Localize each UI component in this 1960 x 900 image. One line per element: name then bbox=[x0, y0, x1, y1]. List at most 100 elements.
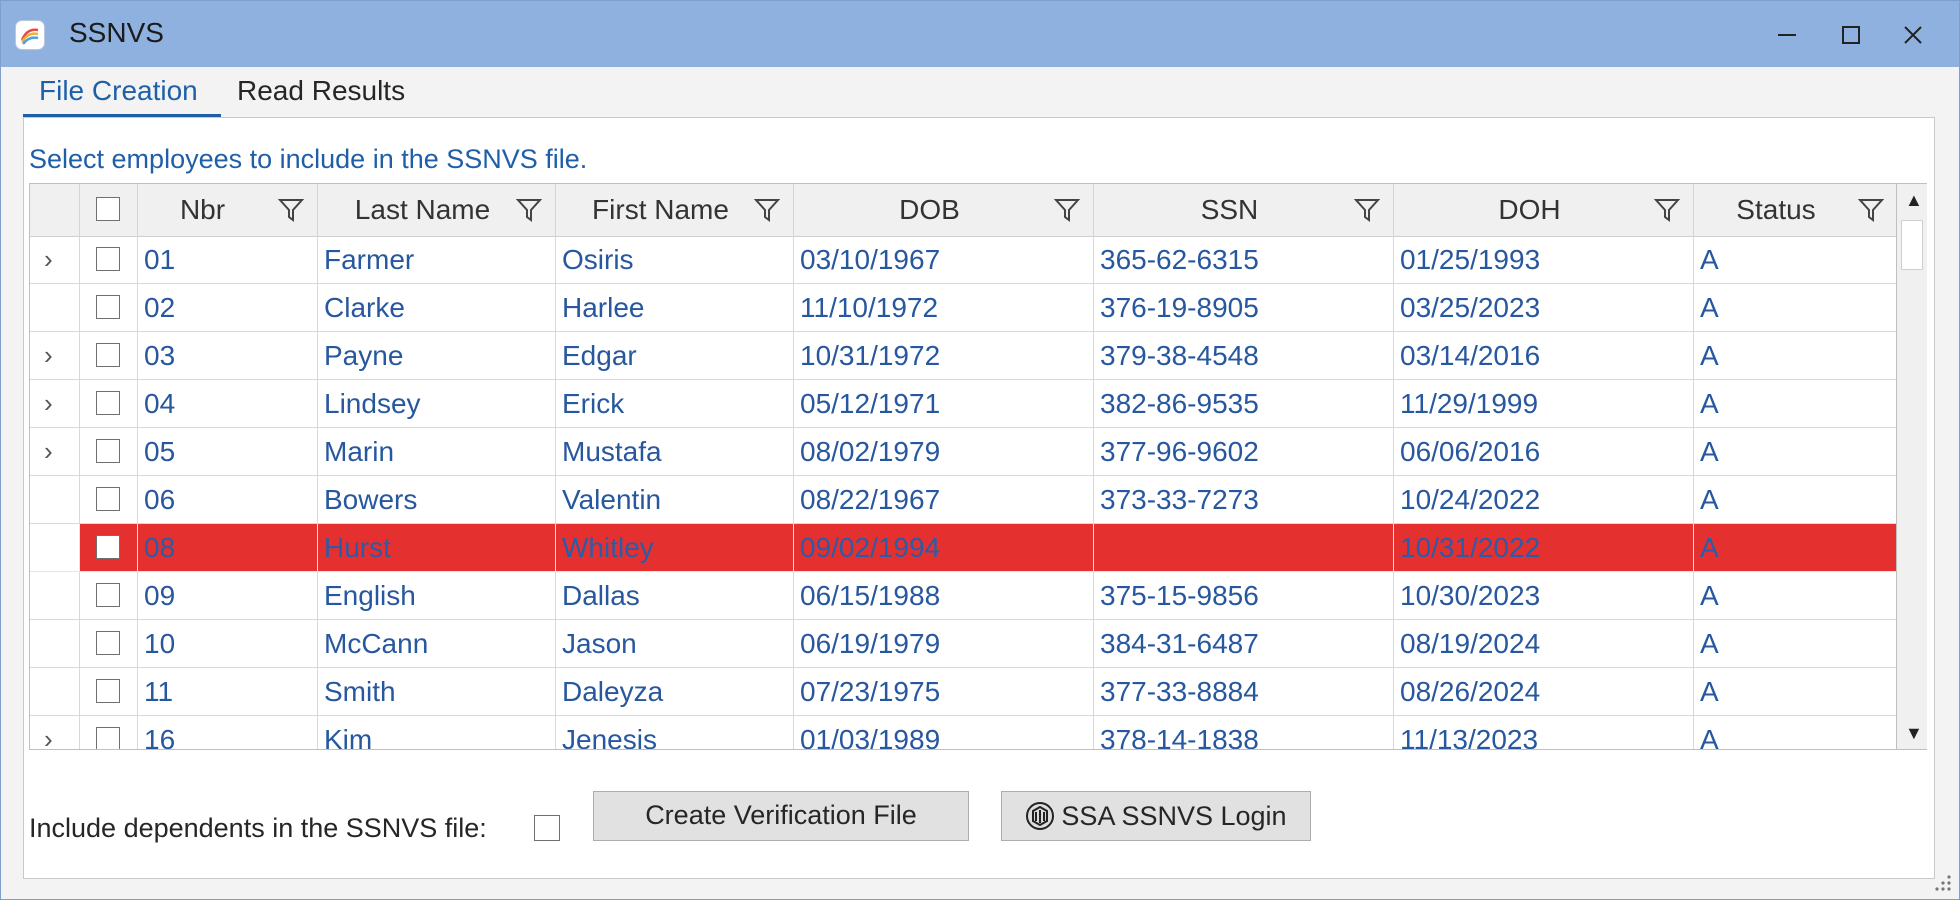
cell-nbr[interactable]: 01 bbox=[138, 236, 318, 284]
cell-first[interactable]: Jenesis bbox=[556, 716, 794, 749]
grid-vertical-scrollbar[interactable]: ▲ ▼ bbox=[1897, 183, 1927, 750]
header-last-name[interactable]: Last Name bbox=[318, 184, 556, 236]
row-checkbox[interactable] bbox=[96, 631, 120, 655]
cell-first[interactable]: Erick bbox=[556, 380, 794, 428]
row-checkbox[interactable] bbox=[96, 679, 120, 703]
chevron-right-icon[interactable]: › bbox=[44, 236, 53, 282]
filter-icon[interactable] bbox=[754, 197, 780, 223]
cell-doh[interactable]: 11/29/1999 bbox=[1394, 380, 1694, 428]
cell-last[interactable]: Payne bbox=[318, 332, 556, 380]
cell-ssn[interactable]: 379-38-4548 bbox=[1094, 332, 1394, 380]
cell-doh[interactable]: 03/25/2023 bbox=[1394, 284, 1694, 332]
create-verification-file-button[interactable]: Create Verification File bbox=[593, 791, 969, 841]
cell-last[interactable]: McCann bbox=[318, 620, 556, 668]
cell-last[interactable]: English bbox=[318, 572, 556, 620]
cell-nbr[interactable]: 16 bbox=[138, 716, 318, 749]
table-row[interactable]: › 16 Kim Jenesis 01/03/1989 378-14-1838 11/13/… bbox=[30, 716, 1896, 749]
cell-last[interactable]: Clarke bbox=[318, 284, 556, 332]
cell-ssn[interactable]: 384-31-6487 bbox=[1094, 620, 1394, 668]
minimize-button[interactable] bbox=[1757, 13, 1817, 57]
cell-doh[interactable]: 10/30/2023 bbox=[1394, 572, 1694, 620]
cell-last[interactable]: Hurst bbox=[318, 524, 556, 572]
chevron-right-icon[interactable]: › bbox=[44, 716, 53, 749]
select-all-checkbox[interactable] bbox=[96, 197, 120, 221]
table-row[interactable]: 10 McCann Jason 06/19/1979 384-31-6487 08/19/… bbox=[30, 620, 1896, 668]
row-checkbox[interactable] bbox=[96, 439, 120, 463]
filter-icon[interactable] bbox=[1858, 197, 1884, 223]
chevron-right-icon[interactable]: › bbox=[44, 332, 53, 378]
tab-file-creation[interactable]: File Creation bbox=[23, 71, 221, 117]
cell-status[interactable]: A bbox=[1694, 236, 1896, 284]
row-checkbox[interactable] bbox=[96, 295, 120, 319]
header-doh[interactable]: DOH bbox=[1394, 184, 1694, 236]
filter-icon[interactable] bbox=[1654, 197, 1680, 223]
cell-nbr[interactable]: 02 bbox=[138, 284, 318, 332]
cell-first[interactable]: Edgar bbox=[556, 332, 794, 380]
table-row[interactable]: 02 Clarke Harlee 11/10/1972 376-19-8905 03/25… bbox=[30, 284, 1896, 332]
resize-grip-icon[interactable] bbox=[1931, 871, 1953, 893]
cell-dob[interactable]: 05/12/1971 bbox=[794, 380, 1094, 428]
cell-status[interactable]: A bbox=[1694, 572, 1896, 620]
table-row[interactable]: › 01 Farmer Osiris 03/10/1967 365-62-6315 01/2… bbox=[30, 236, 1896, 284]
cell-nbr[interactable]: 11 bbox=[138, 668, 318, 716]
header-ssn[interactable]: SSN bbox=[1094, 184, 1394, 236]
cell-last[interactable]: Kim bbox=[318, 716, 556, 749]
cell-last[interactable]: Lindsey bbox=[318, 380, 556, 428]
row-checkbox[interactable] bbox=[96, 487, 120, 511]
cell-status[interactable]: A bbox=[1694, 716, 1896, 749]
cell-first[interactable]: Jason bbox=[556, 620, 794, 668]
filter-icon[interactable] bbox=[278, 197, 304, 223]
cell-dob[interactable]: 08/22/1967 bbox=[794, 476, 1094, 524]
row-checkbox[interactable] bbox=[96, 391, 120, 415]
cell-dob[interactable]: 07/23/1975 bbox=[794, 668, 1094, 716]
scroll-up-icon[interactable]: ▲ bbox=[1905, 190, 1923, 210]
cell-status[interactable]: A bbox=[1694, 476, 1896, 524]
cell-ssn[interactable]: 377-33-8884 bbox=[1094, 668, 1394, 716]
cell-dob[interactable]: 03/10/1967 bbox=[794, 236, 1094, 284]
filter-icon[interactable] bbox=[1354, 197, 1380, 223]
cell-nbr[interactable]: 04 bbox=[138, 380, 318, 428]
maximize-button[interactable] bbox=[1821, 13, 1881, 57]
cell-ssn[interactable]: 382-86-9535 bbox=[1094, 380, 1394, 428]
cell-status[interactable]: A bbox=[1694, 380, 1896, 428]
header-status[interactable]: Status bbox=[1694, 184, 1896, 236]
header-nbr[interactable]: Nbr bbox=[138, 184, 318, 236]
cell-status[interactable]: A bbox=[1694, 284, 1896, 332]
cell-ssn[interactable]: 376-19-8905 bbox=[1094, 284, 1394, 332]
cell-dob[interactable]: 08/02/1979 bbox=[794, 428, 1094, 476]
cell-doh[interactable]: 10/24/2022 bbox=[1394, 476, 1694, 524]
title-bar[interactable]: SSNVS bbox=[1, 1, 1959, 67]
cell-status[interactable]: A bbox=[1694, 620, 1896, 668]
cell-ssn[interactable]: 373-33-7273 bbox=[1094, 476, 1394, 524]
chevron-right-icon[interactable]: › bbox=[44, 380, 53, 426]
cell-ssn[interactable]: 377-96-9602 bbox=[1094, 428, 1394, 476]
cell-first[interactable]: Dallas bbox=[556, 572, 794, 620]
cell-dob[interactable]: 01/03/1989 bbox=[794, 716, 1094, 749]
cell-last[interactable]: Smith bbox=[318, 668, 556, 716]
close-button[interactable] bbox=[1883, 13, 1943, 57]
cell-dob[interactable]: 06/15/1988 bbox=[794, 572, 1094, 620]
cell-doh[interactable]: 03/14/2016 bbox=[1394, 332, 1694, 380]
cell-nbr[interactable]: 10 bbox=[138, 620, 318, 668]
filter-icon[interactable] bbox=[516, 197, 542, 223]
cell-ssn[interactable] bbox=[1094, 524, 1394, 572]
cell-ssn[interactable]: 375-15-9856 bbox=[1094, 572, 1394, 620]
row-checkbox[interactable] bbox=[96, 247, 120, 271]
cell-first[interactable]: Mustafa bbox=[556, 428, 794, 476]
row-checkbox[interactable] bbox=[96, 343, 120, 367]
table-row[interactable]: › 04 Lindsey Erick 05/12/1971 382-86-9535 11/2… bbox=[30, 380, 1896, 428]
cell-nbr[interactable]: 08 bbox=[138, 524, 318, 572]
table-row[interactable]: 09 English Dallas 06/15/1988 375-15-9856 10/3… bbox=[30, 572, 1896, 620]
cell-ssn[interactable]: 378-14-1838 bbox=[1094, 716, 1394, 749]
table-row[interactable]: › 03 Payne Edgar 10/31/1972 379-38-4548 03/14/… bbox=[30, 332, 1896, 380]
header-first-name[interactable]: First Name bbox=[556, 184, 794, 236]
cell-dob[interactable]: 09/02/1994 bbox=[794, 524, 1094, 572]
cell-doh[interactable]: 06/06/2016 bbox=[1394, 428, 1694, 476]
cell-last[interactable]: Marin bbox=[318, 428, 556, 476]
row-checkbox[interactable] bbox=[96, 535, 120, 559]
table-row[interactable]: 11 Smith Daleyza 07/23/1975 377-33-8884 08/26… bbox=[30, 668, 1896, 716]
header-dob[interactable]: DOB bbox=[794, 184, 1094, 236]
cell-dob[interactable]: 11/10/1972 bbox=[794, 284, 1094, 332]
ssa-ssnvs-login-button[interactable]: SSA SSNVS Login bbox=[1001, 791, 1311, 841]
row-checkbox[interactable] bbox=[96, 583, 120, 607]
